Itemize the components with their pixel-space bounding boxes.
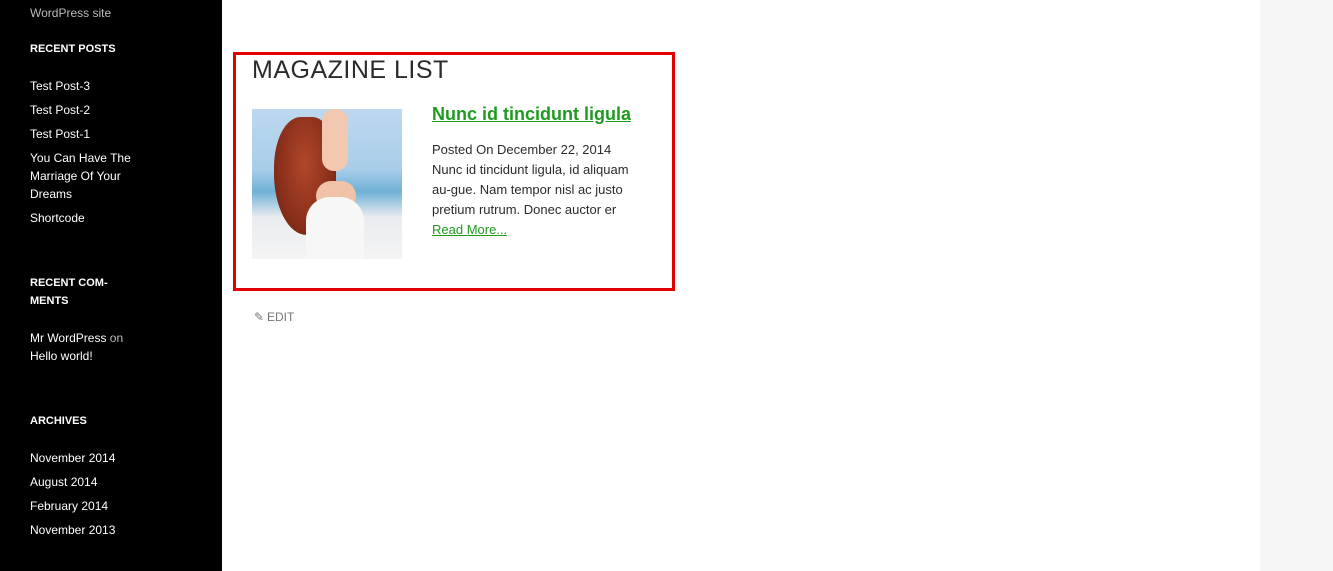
post-title-link[interactable]: Nunc id tincidunt ligula	[432, 104, 631, 125]
read-more-link[interactable]: Read More...	[432, 222, 507, 237]
main-content: MAGAZINE LIST Nunc id tincidunt ligula P…	[222, 0, 1260, 571]
archives-title: ARCHIVES	[30, 415, 87, 427]
recent-posts-title: RECENT POSTS	[30, 43, 116, 55]
edit-link[interactable]: ✎ EDIT	[254, 310, 294, 324]
archive-item[interactable]: August 2014	[30, 473, 140, 491]
recent-post-item[interactable]: You Can Have The Marriage Of Your Dreams	[30, 149, 140, 203]
archive-item[interactable]: February 2014	[30, 497, 140, 515]
archives-list: November 2014 August 2014 February 2014 …	[30, 449, 140, 545]
comment-post-link[interactable]: Hello world!	[30, 349, 93, 363]
pencil-icon: ✎	[254, 310, 265, 324]
post-date: Posted On December 22, 2014	[432, 142, 612, 157]
sidebar: WordPress site RECENT POSTS Test Post-3 …	[0, 0, 222, 571]
recent-comment-item: Mr WordPress on Hello world!	[30, 329, 140, 365]
post-thumbnail[interactable]	[252, 109, 402, 259]
archive-item[interactable]: November 2014	[30, 449, 140, 467]
comment-on-text: on	[109, 331, 124, 345]
recent-comments-title: RECENT COM-MENTS	[30, 277, 108, 307]
post-excerpt: Nunc id tincidunt ligula, id aliquam au-…	[432, 160, 650, 240]
recent-posts-list: Test Post-3 Test Post-2 Test Post-1 You …	[30, 77, 140, 233]
recent-post-item[interactable]: Shortcode	[30, 209, 140, 227]
recent-post-item[interactable]: Test Post-2	[30, 101, 140, 119]
recent-post-item[interactable]: Test Post-3	[30, 77, 140, 95]
edit-label: EDIT	[267, 310, 295, 324]
recent-comments-list: Mr WordPress on Hello world!	[30, 329, 140, 371]
comment-author-link[interactable]: Mr WordPress	[30, 331, 106, 345]
post-excerpt-text: Nunc id tincidunt ligula, id aliquam au-…	[432, 162, 629, 217]
recent-post-item[interactable]: Test Post-1	[30, 125, 140, 143]
magazine-list-title: MAGAZINE LIST	[252, 56, 449, 84]
site-tagline: WordPress site	[30, 6, 112, 20]
archive-item[interactable]: November 2013	[30, 521, 140, 539]
